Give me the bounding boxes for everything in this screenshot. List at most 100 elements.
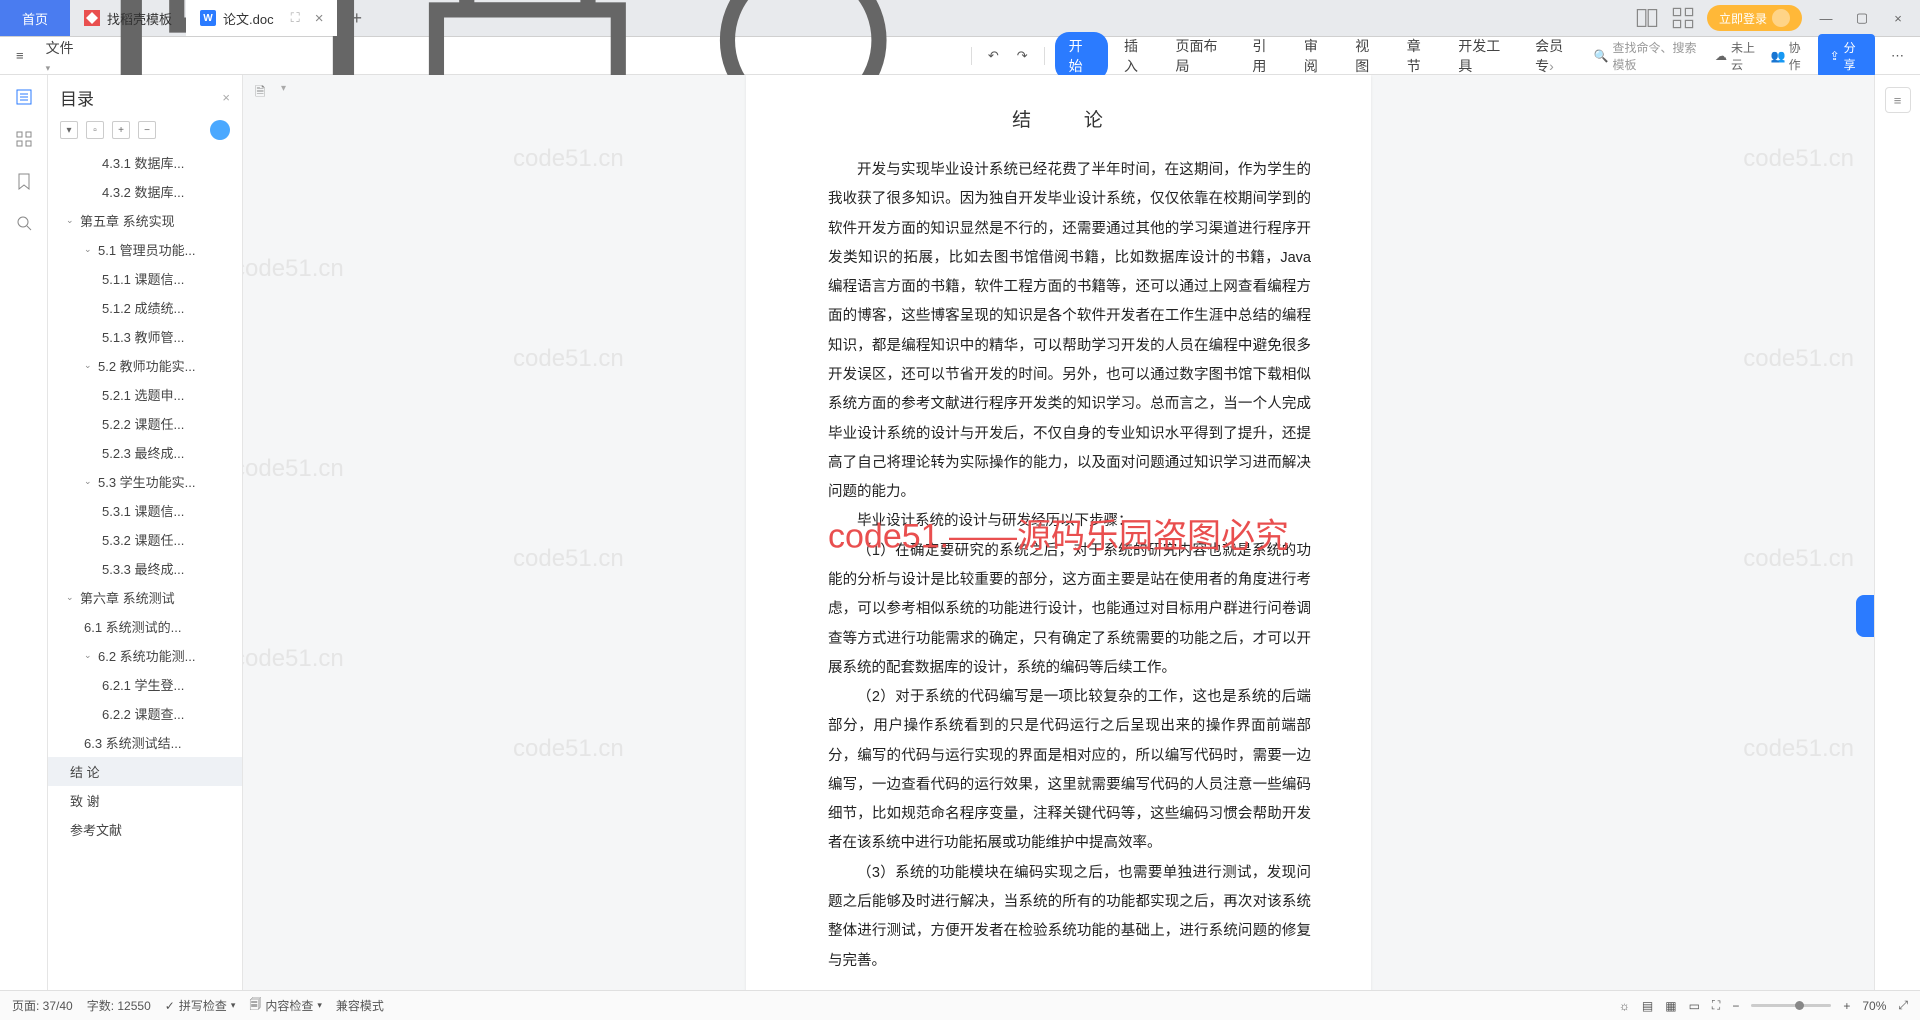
command-search[interactable]: 🔍查找命令、搜索模板 xyxy=(1594,39,1705,73)
avatar-icon xyxy=(1772,9,1790,27)
bookmark-icon[interactable] xyxy=(14,171,34,191)
outline-panel: 目录 × ▾ ▫ + − 4.3.1 数据库...4.3.2 数据库...⌄第五… xyxy=(48,75,243,990)
collab-button[interactable]: 👥协作 xyxy=(1771,39,1808,73)
outline-item[interactable]: 4.3.2 数据库... xyxy=(48,177,242,206)
menu-insert[interactable]: 插入 xyxy=(1114,32,1159,80)
remove-icon[interactable]: − xyxy=(138,121,156,139)
menu-references[interactable]: 引用 xyxy=(1242,32,1287,80)
minimize-icon[interactable]: — xyxy=(1814,6,1838,30)
expand-icon[interactable]: ▫ xyxy=(86,121,104,139)
ribbon-toolbar: ≡ 文件 ▾ ↶ ↷ 开始 插入 页面布局 引用 审阅 视图 章节 开发工具 会… xyxy=(0,37,1920,75)
document-page[interactable]: 结 论 开发与实现毕业设计系统已经花费了半年时间，在这期间，作为学生的我收获了很… xyxy=(746,75,1371,990)
compat-mode[interactable]: 兼容模式 xyxy=(336,997,384,1014)
outline-item[interactable]: 6.3 系统测试结... xyxy=(48,728,242,757)
outline-item-label: 参考文献 xyxy=(70,820,122,839)
chevron-down-icon: ⌄ xyxy=(84,244,94,255)
zoom-in-button[interactable]: + xyxy=(1843,999,1850,1013)
grid-icon[interactable] xyxy=(14,129,34,149)
word-count[interactable]: 字数: 12550 xyxy=(87,997,151,1014)
menu-devtools[interactable]: 开发工具 xyxy=(1448,32,1519,80)
zoom-value[interactable]: 70% xyxy=(1862,999,1886,1013)
layout-icon[interactable] xyxy=(1635,6,1659,30)
menu-chapter[interactable]: 章节 xyxy=(1397,32,1442,80)
outline-item[interactable]: 6.2.1 学生登... xyxy=(48,670,242,699)
outline-item[interactable]: 5.2.1 选题申... xyxy=(48,380,242,409)
outline-item[interactable]: 5.2.2 课题任... xyxy=(48,409,242,438)
find-icon[interactable] xyxy=(14,213,34,233)
collapse-all-icon[interactable]: ▾ xyxy=(60,121,78,139)
outline-item-label: 6.1 系统测试的... xyxy=(84,617,182,636)
login-button[interactable]: 立即登录 xyxy=(1707,5,1802,31)
view-web-icon[interactable]: ▦ xyxy=(1665,999,1676,1013)
chat-icon[interactable] xyxy=(210,120,230,140)
outline-list[interactable]: 4.3.1 数据库...4.3.2 数据库...⌄第五章 系统实现⌄5.1 管理… xyxy=(48,148,242,990)
panel-close-icon[interactable]: × xyxy=(222,90,230,105)
outline-item-label: 第六章 系统测试 xyxy=(80,588,175,607)
menu-review[interactable]: 审阅 xyxy=(1294,32,1339,80)
more-icon[interactable]: ⋯ xyxy=(1885,44,1910,68)
page-indicator[interactable]: 页面: 37/40 xyxy=(12,997,73,1014)
maximize-icon[interactable]: ▢ xyxy=(1850,6,1874,30)
outline-item-label: 5.1.3 教师管... xyxy=(102,327,184,346)
zoom-fit-icon[interactable]: ⛶ xyxy=(1712,998,1720,1013)
share-icon: ⇪ xyxy=(1830,49,1840,63)
docer-icon xyxy=(84,10,100,26)
file-menu[interactable]: 文件 ▾ xyxy=(36,34,89,78)
feedback-tab[interactable] xyxy=(1856,595,1874,637)
outline-item[interactable]: 5.2.3 最终成... xyxy=(48,438,242,467)
spellcheck-button[interactable]: ✓拼写检查▾ xyxy=(165,997,236,1014)
outline-item[interactable]: 5.1.3 教师管... xyxy=(48,322,242,351)
brightness-icon[interactable]: ☼ xyxy=(1619,999,1630,1013)
hamburger-icon[interactable]: ≡ xyxy=(10,44,30,67)
outline-item[interactable]: ⌄第六章 系统测试 xyxy=(48,583,242,612)
share-button[interactable]: ⇪分享 xyxy=(1818,34,1875,78)
toggle-pane-icon[interactable]: ≡ xyxy=(1885,87,1911,113)
outline-item-label: 5.3 学生功能实... xyxy=(98,472,196,491)
outline-item[interactable]: 致 谢 xyxy=(48,786,242,815)
undo-icon[interactable]: ↶ xyxy=(982,44,1005,68)
close-icon[interactable]: × xyxy=(315,10,324,27)
zoom-slider[interactable] xyxy=(1751,1004,1831,1007)
zoom-out-button[interactable]: − xyxy=(1732,999,1739,1013)
outline-item[interactable]: 6.1 系统测试的... xyxy=(48,612,242,641)
outline-title: 目录 xyxy=(60,85,94,110)
outline-item[interactable]: 4.3.1 数据库... xyxy=(48,148,242,177)
outline-icon[interactable] xyxy=(14,87,34,107)
fullscreen-icon[interactable]: ⤢ xyxy=(1898,998,1908,1013)
content-check-button[interactable]: 🗐内容检查▾ xyxy=(249,995,322,1016)
page-icon[interactable]: 🗎 xyxy=(255,83,275,103)
dropdown-icon[interactable]: ▾ xyxy=(281,83,301,103)
outline-item[interactable]: ⌄5.2 教师功能实... xyxy=(48,351,242,380)
menu-view[interactable]: 视图 xyxy=(1345,32,1390,80)
outline-item[interactable]: 参考文献 xyxy=(48,815,242,844)
outline-item[interactable]: 结 论 xyxy=(48,757,242,786)
redo-icon[interactable]: ↷ xyxy=(1011,44,1034,68)
outline-item[interactable]: 6.2.2 课题查... xyxy=(48,699,242,728)
cast-icon[interactable]: ⛶ xyxy=(291,10,300,26)
outline-item-label: 5.1.1 课题信... xyxy=(102,269,184,288)
apps-icon[interactable] xyxy=(1671,6,1695,30)
people-icon: 👥 xyxy=(1771,49,1786,63)
outline-item[interactable]: ⌄第五章 系统实现 xyxy=(48,206,242,235)
outline-item[interactable]: 5.1.1 课题信... xyxy=(48,264,242,293)
outline-item[interactable]: 5.1.2 成绩统... xyxy=(48,293,242,322)
view-page-icon[interactable]: ▤ xyxy=(1642,999,1653,1013)
tab-templates[interactable]: 找稻壳模板 xyxy=(70,0,186,36)
outline-item[interactable]: 5.3.2 课题任... xyxy=(48,525,242,554)
view-read-icon[interactable]: ▭ xyxy=(1689,999,1700,1013)
outline-item-label: 5.3.1 课题信... xyxy=(102,501,184,520)
menu-member[interactable]: 会员专› xyxy=(1525,32,1587,80)
tab-home[interactable]: 首页 xyxy=(0,0,70,36)
window-close-icon[interactable]: × xyxy=(1886,6,1910,30)
outline-item[interactable]: ⌄5.3 学生功能实... xyxy=(48,467,242,496)
cloud-status[interactable]: ☁未上云 xyxy=(1715,39,1761,73)
menu-start[interactable]: 开始 xyxy=(1055,32,1108,80)
outline-item[interactable]: ⌄5.1 管理员功能... xyxy=(48,235,242,264)
outline-item[interactable]: 5.3.1 课题信... xyxy=(48,496,242,525)
outline-item[interactable]: ⌄6.2 系统功能测... xyxy=(48,641,242,670)
outline-item-label: 5.1.2 成绩统... xyxy=(102,298,184,317)
add-icon[interactable]: + xyxy=(112,121,130,139)
menu-pagelayout[interactable]: 页面布局 xyxy=(1165,32,1236,80)
tab-document[interactable]: W 论文.doc ⛶ × xyxy=(186,0,337,36)
outline-item[interactable]: 5.3.3 最终成... xyxy=(48,554,242,583)
